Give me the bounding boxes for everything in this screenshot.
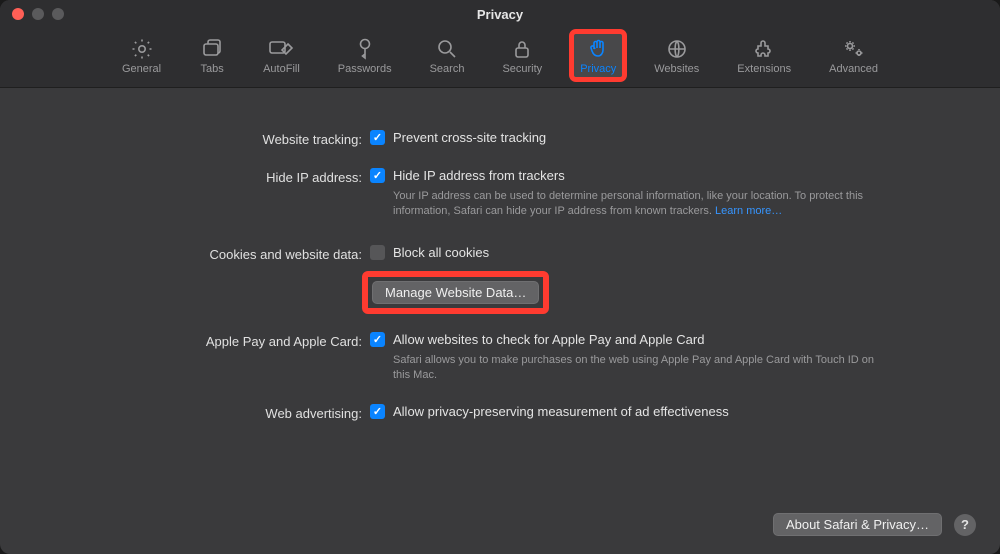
tab-label: Security [502,63,542,75]
tab-autofill[interactable]: AutoFill [255,32,308,79]
tab-label: Passwords [338,63,392,75]
checkbox-label: Allow privacy-preserving measurement of … [393,404,729,419]
label-web-advertising: Web advertising: [40,404,370,424]
tab-label: Privacy [580,63,616,75]
tab-label: Advanced [829,63,878,75]
checkbox-label: Block all cookies [393,245,489,260]
label-hide-ip: Hide IP address: [40,168,370,188]
row-cookies: Cookies and website data: Block all cook… [40,245,960,265]
tab-label: General [122,63,161,75]
about-privacy-button[interactable]: About Safari & Privacy… [773,513,942,536]
content-area: Website tracking: Prevent cross-site tra… [0,88,1000,424]
checkbox-icon [370,404,385,419]
tab-websites[interactable]: Websites [646,32,707,79]
manage-website-data-button[interactable]: Manage Website Data… [372,281,539,304]
label-apple-pay: Apple Pay and Apple Card: [40,332,370,352]
checkbox-icon [370,168,385,183]
tab-tabs[interactable]: Tabs [191,32,233,79]
lock-icon [509,38,535,60]
tab-privacy[interactable]: Privacy [572,32,624,79]
puzzle-icon [751,38,777,60]
row-manage-data: Manage Website Data… [40,269,960,314]
helper-hide-ip: Your IP address can be used to determine… [370,189,880,219]
highlight-manage-data: Manage Website Data… [362,271,549,314]
checkbox-web-advertising[interactable]: Allow privacy-preserving measurement of … [370,404,960,419]
globe-icon [664,38,690,60]
learn-more-link[interactable]: Learn more… [715,205,782,217]
tab-advanced[interactable]: Advanced [821,32,886,79]
helper-apple-pay: Safari allows you to make purchases on t… [370,353,880,383]
label-cookies: Cookies and website data: [40,245,370,265]
checkbox-prevent-cross-site[interactable]: Prevent cross-site tracking [370,130,960,145]
tab-extensions[interactable]: Extensions [729,32,799,79]
footer: About Safari & Privacy… ? [773,513,976,536]
helper-text-body: Your IP address can be used to determine… [393,190,863,217]
row-apple-pay: Apple Pay and Apple Card: Allow websites… [40,332,960,383]
checkbox-icon [370,130,385,145]
tabs-icon [199,38,225,60]
tab-label: AutoFill [263,63,300,75]
tab-label: Extensions [737,63,791,75]
search-icon [434,38,460,60]
tab-passwords[interactable]: Passwords [330,32,400,79]
gears-icon [841,38,867,60]
toolbar: General Tabs AutoFill Passwords Search [0,28,1000,88]
help-button[interactable]: ? [954,514,976,536]
tab-label: Tabs [200,63,223,75]
checkbox-label: Hide IP address from trackers [393,168,565,183]
checkbox-block-cookies[interactable]: Block all cookies [370,245,960,260]
row-website-tracking: Website tracking: Prevent cross-site tra… [40,130,960,150]
checkbox-icon [370,332,385,347]
label-website-tracking: Website tracking: [40,130,370,150]
tab-search[interactable]: Search [422,32,473,79]
preferences-window: Privacy General Tabs AutoFill Password [0,0,1000,554]
gear-icon [129,38,155,60]
checkbox-apple-pay[interactable]: Allow websites to check for Apple Pay an… [370,332,960,347]
tab-label: Websites [654,63,699,75]
checkbox-hide-ip[interactable]: Hide IP address from trackers [370,168,960,183]
checkbox-label: Allow websites to check for Apple Pay an… [393,332,704,347]
tab-security[interactable]: Security [494,32,550,79]
checkbox-icon [370,245,385,260]
pencil-icon [268,38,294,60]
key-icon [352,38,378,60]
hand-icon [585,38,611,60]
tab-label: Search [430,63,465,75]
row-web-advertising: Web advertising: Allow privacy-preservin… [40,404,960,424]
window-title: Privacy [0,7,1000,22]
tab-general[interactable]: General [114,32,169,79]
checkbox-label: Prevent cross-site tracking [393,130,546,145]
titlebar: Privacy [0,0,1000,28]
row-hide-ip: Hide IP address: Hide IP address from tr… [40,168,960,219]
